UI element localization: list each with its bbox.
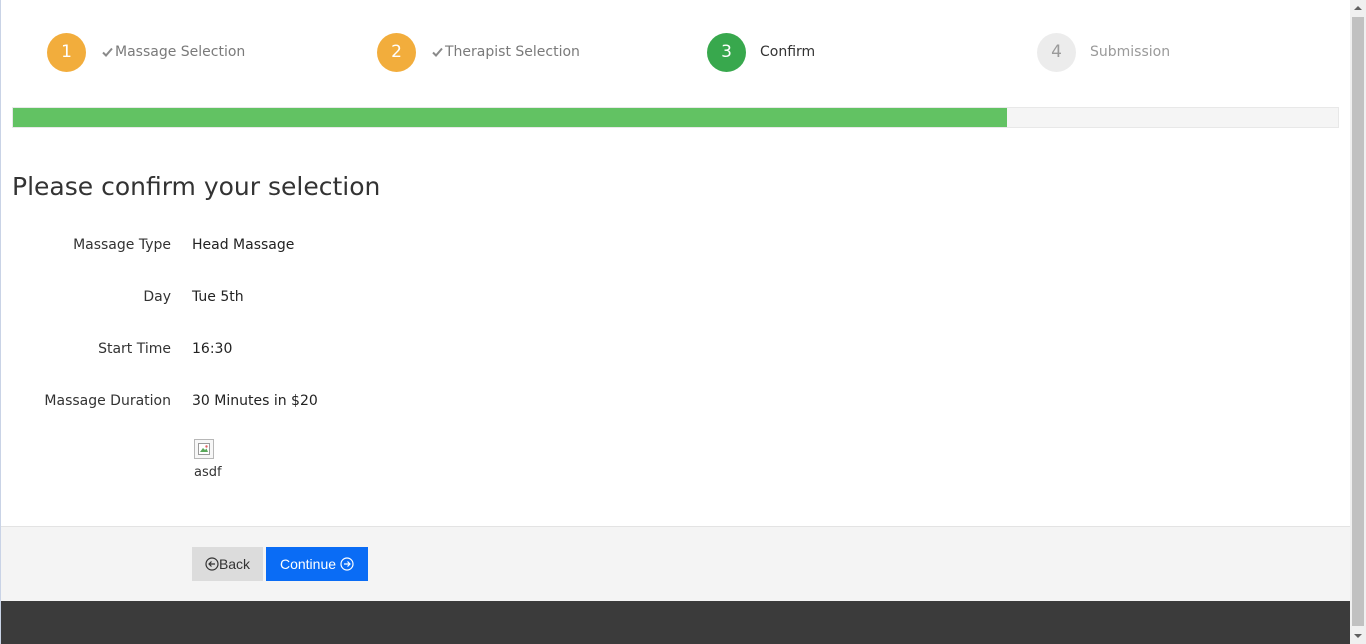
day-label: Day [143, 289, 171, 305]
step-3-label: Confirm [760, 44, 816, 60]
start-time-value: 16:30 [192, 341, 233, 357]
summary-row-day: Day Tue 5th [1, 289, 601, 309]
wizard-steps: 1 Massage Selection 2 Therapist Selectio… [1, 0, 1350, 104]
step-4-label: Submission [1090, 44, 1171, 60]
step-2-label: Therapist Selection [445, 44, 580, 60]
therapist-image [194, 439, 214, 459]
start-time-label: Start Time [98, 341, 171, 357]
step-massage-selection[interactable]: 1 Massage Selection [47, 32, 245, 72]
step-therapist-selection[interactable]: 2 Therapist Selection [377, 32, 580, 72]
broken-image-icon [198, 443, 210, 455]
back-button[interactable]: Back [192, 547, 263, 581]
day-value: Tue 5th [192, 289, 244, 305]
progress-bar [12, 107, 1339, 128]
massage-duration-value: 30 Minutes in $20 [192, 393, 318, 409]
massage-duration-label: Massage Duration [44, 393, 171, 409]
continue-button[interactable]: Continue [266, 547, 368, 581]
step-2-label-wrap: Therapist Selection [432, 44, 580, 60]
summary-row-massage-duration: Massage Duration 30 Minutes in $20 [1, 393, 601, 413]
scroll-down-arrow-icon[interactable] [1350, 628, 1366, 644]
circle-arrow-left-icon [205, 557, 219, 571]
scrollbar-thumb[interactable] [1352, 17, 1364, 626]
therapist-name: asdf [194, 465, 222, 480]
scroll-up-arrow-icon[interactable] [1350, 0, 1366, 16]
circle-arrow-right-icon [340, 557, 354, 571]
back-button-label: Back [218, 556, 251, 572]
massage-type-value: Head Massage [192, 237, 295, 253]
step-3-circle: 3 [707, 32, 746, 72]
step-1-circle: 1 [47, 32, 86, 72]
vertical-scrollbar[interactable] [1350, 0, 1366, 644]
step-1-label-wrap: Massage Selection [102, 44, 245, 60]
button-bar: Back Continue [1, 526, 1350, 601]
summary-row-start-time: Start Time 16:30 [1, 341, 601, 361]
step-submission: 4 Submission [1037, 32, 1170, 72]
summary-row-massage-type: Massage Type Head Massage [1, 237, 601, 257]
step-2-circle: 2 [377, 32, 416, 72]
step-4-circle: 4 [1037, 32, 1076, 72]
step-confirm: 3 Confirm [707, 32, 815, 72]
continue-button-label: Continue [279, 556, 337, 572]
step-1-label: Massage Selection [115, 44, 246, 60]
progress-bar-fill [13, 108, 1007, 127]
checkmark-icon [432, 47, 443, 57]
page-footer [1, 601, 1350, 644]
page-viewport: 1 Massage Selection 2 Therapist Selectio… [0, 0, 1350, 644]
massage-type-label: Massage Type [73, 237, 171, 253]
page-title: Please confirm your selection [12, 172, 381, 201]
checkmark-icon [102, 47, 113, 57]
